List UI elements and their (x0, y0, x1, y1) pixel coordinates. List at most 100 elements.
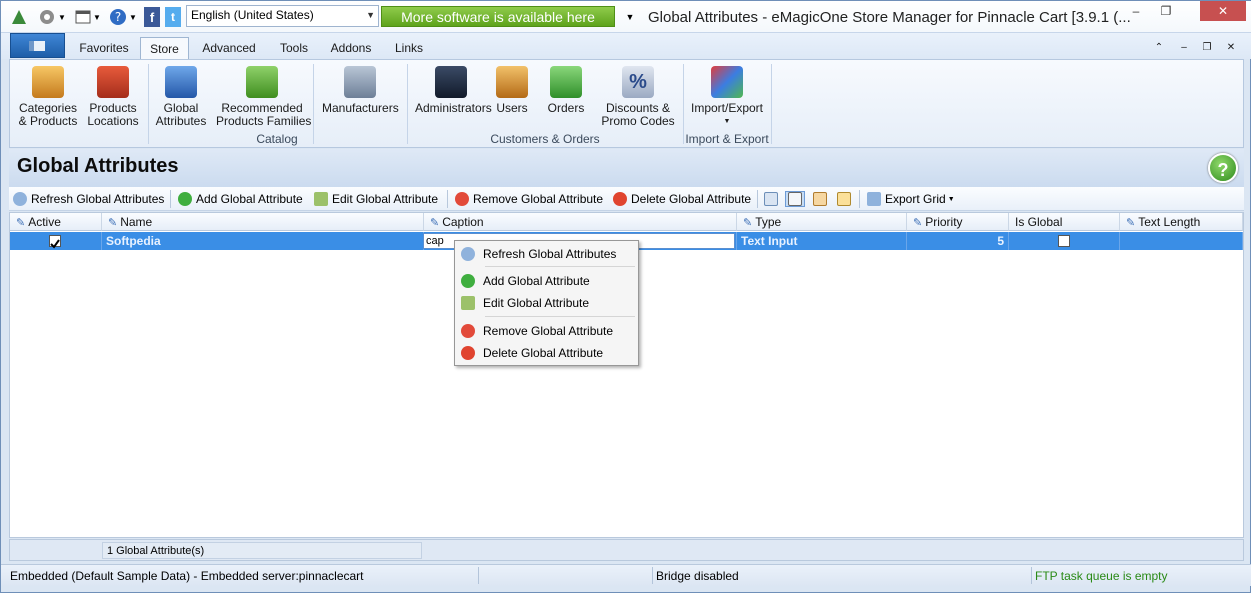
twitter-icon[interactable]: t (165, 7, 181, 27)
products-locations-label: Products Locations (87, 101, 139, 128)
global-attributes-button[interactable]: Global Attributes (154, 66, 208, 128)
delete-button[interactable]: Delete Global Attribute (613, 191, 751, 207)
fit-columns-icon[interactable] (764, 191, 782, 207)
menu-item-remove[interactable]: Remove Global Attribute (459, 321, 635, 341)
refresh-button[interactable]: Refresh Global Attributes (13, 191, 164, 207)
column-label: Caption (442, 215, 484, 229)
collapse-ribbon-icon[interactable]: ⌃ (1151, 37, 1167, 59)
manufacturers-button[interactable]: Manufacturers (322, 66, 399, 115)
file-menu-button[interactable] (10, 33, 65, 58)
users-button[interactable]: Users (493, 66, 531, 115)
menu-item-edit[interactable]: Edit Global Attribute (459, 293, 635, 313)
tab-store[interactable]: Store (140, 37, 189, 59)
users-label: Users (496, 101, 528, 115)
ribbon-minimize-icon[interactable]: – (1176, 37, 1192, 59)
toolbar-separator (170, 190, 171, 208)
tab-favorites[interactable]: Favorites (76, 37, 132, 59)
grid-lines-icon[interactable] (785, 191, 805, 207)
recommended-products-families-button[interactable]: Recommended Products Families (216, 66, 312, 128)
tab-tools[interactable]: Tools (274, 37, 314, 59)
menu-item-label: Delete Global Attribute (483, 346, 604, 360)
menu-item-refresh[interactable]: Refresh Global Attributes (459, 244, 635, 264)
ribbon-restore-icon[interactable]: ❐ (1199, 37, 1215, 59)
toolbar-separator (447, 190, 448, 208)
status-separator (478, 567, 479, 584)
percent-icon: % (622, 66, 654, 98)
cell-type[interactable]: Text Input (737, 232, 907, 250)
export-icon (867, 192, 881, 206)
cell-priority[interactable]: 5 (907, 232, 1009, 250)
status-connection: Embedded (Default Sample Data) - Embedde… (10, 569, 364, 583)
add-label: Add Global Attribute (196, 192, 303, 206)
cell-active[interactable] (10, 232, 102, 250)
column-header-caption[interactable]: ✎ Caption (424, 213, 737, 231)
column-header-is-global[interactable]: Is Global (1009, 213, 1120, 231)
edit-pencil-icon (461, 296, 475, 310)
layout-icon[interactable] (837, 191, 855, 207)
close-button[interactable]: ✕ (1200, 1, 1246, 21)
calendar-icon[interactable] (813, 191, 831, 207)
add-icon (178, 192, 192, 206)
checklist-icon (165, 66, 197, 98)
admin-icon (435, 66, 467, 98)
active-checkbox[interactable] (49, 235, 61, 249)
window-layout-icon[interactable]: ▼ (73, 7, 103, 27)
help-icon[interactable]: ? ▼ (108, 7, 138, 27)
column-header-active[interactable]: ✎ Active (10, 213, 102, 231)
categories-products-label: Categories & Products (18, 101, 78, 128)
column-header-priority[interactable]: ✎ Priority (907, 213, 1009, 231)
orders-label: Orders (547, 101, 585, 115)
cell-name[interactable]: Softpedia (102, 232, 424, 250)
remove-button[interactable]: Remove Global Attribute (455, 191, 603, 207)
column-label: Name (120, 215, 153, 229)
menu-item-delete[interactable]: Delete Global Attribute (459, 343, 635, 363)
chevron-down-icon: ▼ (723, 118, 731, 125)
orders-button[interactable]: Orders (546, 66, 586, 115)
recommended-products-families-label: Recommended Products Families (216, 101, 312, 128)
products-locations-button[interactable]: Products Locations (82, 66, 144, 128)
house-icon (97, 66, 129, 98)
import-export-icon (711, 66, 743, 98)
grid-footer: 1 Global Attribute(s) (9, 539, 1244, 561)
column-header-name[interactable]: ✎ Name (102, 213, 424, 231)
is-global-checkbox[interactable] (1058, 235, 1070, 247)
import-export-label: Import/Export (690, 101, 764, 115)
administrators-button[interactable]: Administrators (415, 66, 492, 115)
ribbon-close-icon[interactable]: ✕ (1223, 37, 1239, 59)
settings-gear-icon[interactable]: ▼ (37, 7, 67, 27)
tab-addons[interactable]: Addons (327, 37, 375, 59)
menu-item-add[interactable]: Add Global Attribute (459, 271, 635, 291)
help-button-icon[interactable]: ? (1208, 153, 1238, 183)
column-header-text-length[interactable]: ✎ Text Length (1120, 213, 1243, 231)
discounts-promo-codes-label: Discounts & Promo Codes (601, 101, 675, 128)
remove-icon (455, 192, 469, 206)
quick-access-dropdown-icon[interactable]: ▼ (623, 7, 637, 27)
status-ftp: FTP task queue is empty (1035, 569, 1168, 583)
restore-button[interactable]: ❐ (1152, 1, 1180, 21)
categories-products-button[interactable]: Categories & Products (16, 66, 80, 128)
column-label: Active (28, 215, 61, 229)
app-logo-icon[interactable] (9, 7, 29, 27)
edit-pencil-icon: ✎ (913, 217, 923, 229)
puzzle-icon (246, 66, 278, 98)
column-header-type[interactable]: ✎ Type (737, 213, 907, 231)
tab-advanced[interactable]: Advanced (198, 37, 260, 59)
discounts-promo-codes-button[interactable]: % Discounts & Promo Codes (600, 66, 676, 128)
promo-button[interactable]: More software is available here (381, 6, 615, 27)
language-select[interactable]: English (United States) ▼ (186, 5, 379, 27)
edit-button[interactable]: Edit Global Attribute (314, 191, 438, 207)
cell-text-length[interactable] (1120, 232, 1243, 250)
minimize-button[interactable]: – (1122, 1, 1150, 21)
tab-links[interactable]: Links (390, 37, 428, 59)
group-customers-orders-label: Customers & Orders (490, 132, 600, 146)
export-grid-button[interactable]: Export Grid ▼ (867, 191, 955, 207)
facebook-icon[interactable]: f (144, 7, 160, 27)
add-button[interactable]: Add Global Attribute (178, 191, 303, 207)
status-separator (1031, 567, 1032, 584)
import-export-button[interactable]: Import/Export ▼ (688, 66, 766, 128)
status-bar: Embedded (Default Sample Data) - Embedde… (1, 564, 1251, 586)
cell-is-global[interactable] (1009, 232, 1120, 250)
delete-label: Delete Global Attribute (631, 192, 752, 206)
column-label: Priority (925, 215, 963, 229)
context-menu: Refresh Global Attributes Add Global Att… (454, 240, 639, 366)
